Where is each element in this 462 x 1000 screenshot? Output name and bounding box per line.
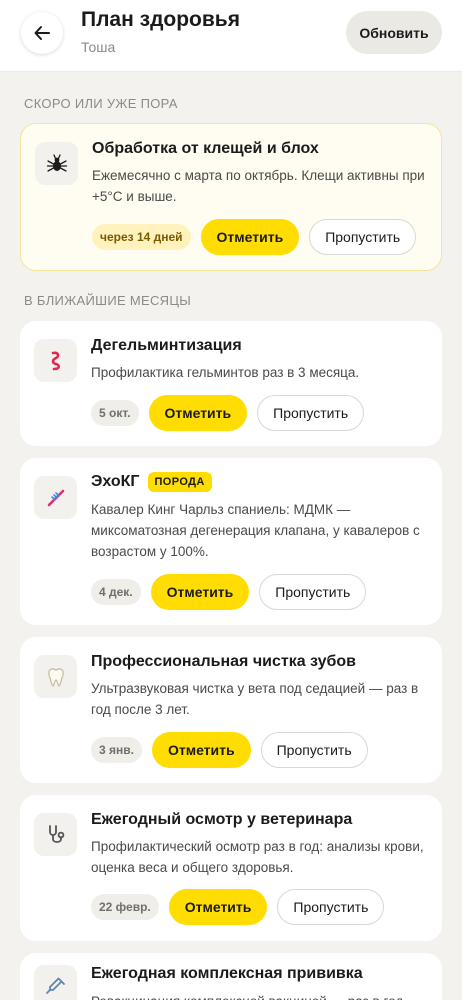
task-title: ЭхоКГ bbox=[91, 473, 140, 490]
task-title: Ежегодная комплексная прививка bbox=[91, 965, 363, 982]
task-actions: 22 февр. Отметить Пропустить bbox=[91, 889, 385, 925]
task-title: Профессиональная чистка зубов bbox=[91, 653, 356, 670]
task-actions: 4 дек. Отметить Пропустить bbox=[91, 574, 367, 610]
skip-button[interactable]: Пропустить bbox=[277, 889, 385, 925]
due-badge: 5 окт. bbox=[91, 400, 139, 426]
skip-button[interactable]: Пропустить bbox=[260, 732, 368, 768]
syringe-icon bbox=[34, 965, 77, 1000]
mark-done-button[interactable]: Отметить bbox=[150, 574, 250, 610]
task-description: Ежемесячно с марта по октябрь. Клещи акт… bbox=[92, 168, 425, 204]
mark-done-button[interactable]: Отметить bbox=[151, 732, 251, 768]
task-actions: через 14 дней Отметить Пропустить bbox=[92, 219, 417, 255]
health-task-card: Ежегодный осмотр у ветеринара Профилакти… bbox=[20, 795, 442, 941]
due-badge: 3 янв. bbox=[91, 737, 142, 763]
worm-icon bbox=[34, 339, 77, 382]
due-badge: 4 дек. bbox=[91, 579, 141, 605]
task-description: Профилактика гельминтов раз в 3 месяца. bbox=[91, 365, 360, 380]
task-title-row: ЭхоКГ ПОРОДА bbox=[91, 472, 212, 492]
health-task-card: Ежегодная комплексная прививка Ревакцина… bbox=[20, 953, 442, 1000]
task-title: Ежегодный осмотр у ветеринара bbox=[91, 811, 353, 828]
task-title: Дегельминтизация bbox=[91, 337, 242, 354]
task-actions: 5 окт. Отметить Пропустить bbox=[91, 395, 365, 431]
page-title: План здоровья bbox=[81, 8, 240, 31]
task-description: Профилактический осмотр раз в год: анали… bbox=[91, 839, 424, 875]
section-label-soon: СКОРО ИЛИ УЖЕ ПОРА bbox=[24, 96, 178, 111]
task-title: Обработка от клещей и блох bbox=[92, 140, 319, 157]
pet-name: Тоша bbox=[81, 39, 116, 55]
health-task-card: Профессиональная чистка зубов Ультразвук… bbox=[20, 637, 442, 783]
health-task-card: Обработка от клещей и блох Ежемесячно с … bbox=[20, 123, 442, 271]
health-task-card: ЭхоКГ ПОРОДА Кавалер Кинг Чарльз спаниел… bbox=[20, 458, 442, 625]
back-button[interactable] bbox=[21, 12, 63, 54]
due-badge: через 14 дней bbox=[92, 224, 191, 250]
task-description: Ультразвуковая чистка у вета под седацие… bbox=[91, 681, 419, 717]
skip-button[interactable]: Пропустить bbox=[257, 395, 365, 431]
top-bar: План здоровья Тоша Обновить bbox=[0, 0, 462, 72]
dna-icon bbox=[34, 476, 77, 519]
due-badge: 22 февр. bbox=[91, 894, 159, 920]
stethoscope-icon bbox=[34, 813, 77, 856]
mark-done-button[interactable]: Отметить bbox=[168, 889, 268, 925]
tick-icon bbox=[35, 142, 78, 185]
arrow-left-icon bbox=[34, 26, 50, 40]
section-label-upcoming: В БЛИЖАЙШИЕ МЕСЯЦЫ bbox=[24, 293, 192, 308]
skip-button[interactable]: Пропустить bbox=[259, 574, 367, 610]
mark-done-button[interactable]: Отметить bbox=[148, 395, 248, 431]
breed-badge: ПОРОДА bbox=[147, 472, 212, 492]
tooth-icon bbox=[34, 655, 77, 698]
refresh-button[interactable]: Обновить bbox=[346, 11, 442, 54]
mark-done-button[interactable]: Отметить bbox=[200, 219, 300, 255]
task-description: Кавалер Кинг Чарльз спаниель: МДМК — мик… bbox=[91, 502, 420, 559]
task-actions: 3 янв. Отметить Пропустить bbox=[91, 732, 368, 768]
skip-button[interactable]: Пропустить bbox=[309, 219, 417, 255]
task-description: Ревакцинация комплексной вакциной — раз … bbox=[91, 991, 431, 1000]
health-task-card: Дегельминтизация Профилактика гельминтов… bbox=[20, 321, 442, 446]
